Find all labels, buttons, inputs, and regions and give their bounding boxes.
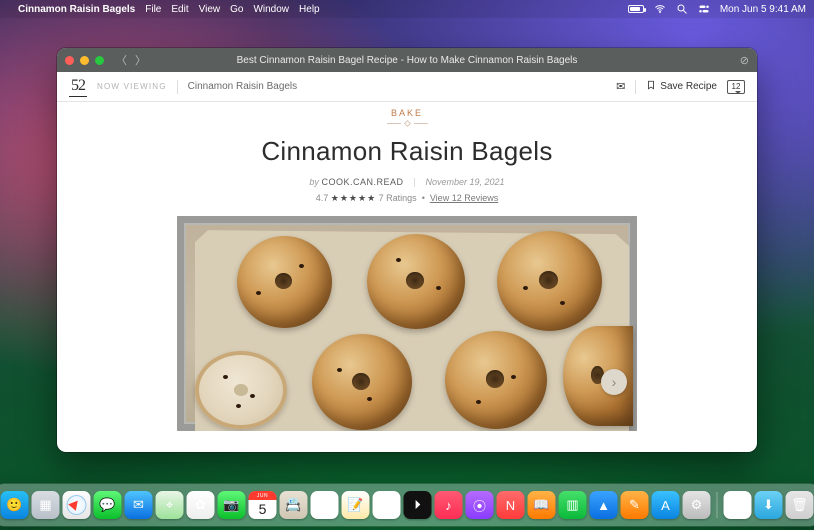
calendar-day: 5 [249,500,277,518]
wifi-status-icon[interactable] [654,3,666,15]
carousel-next-button[interactable]: › [601,369,627,395]
window-settings-icon[interactable]: ⊘ [740,54,749,67]
menu-help[interactable]: Help [299,4,320,15]
nav-forward-button[interactable]: 〉 [135,52,146,68]
dock-app-photos[interactable]: ✿ [187,491,215,519]
dock-app-podcasts[interactable]: ⦿ [466,491,494,519]
author-link[interactable]: COOK.CAN.READ [321,177,403,187]
comments-button[interactable]: 12 [727,80,745,94]
dock-app-facetime[interactable]: 📷 [218,491,246,519]
dock-trash[interactable]: 🗑 [786,491,814,519]
rating-value: 4.7 [316,193,329,203]
dock-app-settings[interactable]: ⚙ [683,491,711,519]
menubar: Cinnamon Raisin Bagels File Edit View Go… [0,0,814,18]
dock-app-mail[interactable]: ✉ [125,491,153,519]
battery-status-icon[interactable] [628,5,644,13]
hero-image: › [177,216,637,431]
dock-app-keynote[interactable]: ▲ [590,491,618,519]
ratings-count: 7 Ratings [379,193,417,203]
now-viewing-label: NOW VIEWING [97,82,167,91]
dock-app-finder[interactable]: 🙂 [1,491,29,519]
chevron-right-icon: › [612,374,617,390]
dock: 🙂 ▦ 💬 ✉ ⌖ ✿ 📷 JUN5 📇 ☰ 📝 〰 ⏵ ♪ ⦿ N 📖 ▥ ▲… [0,484,814,526]
dock-app-notes[interactable]: 📝 [342,491,370,519]
app-menu[interactable]: Cinnamon Raisin Bagels [18,4,135,15]
menu-edit[interactable]: Edit [171,4,188,15]
window-close-button[interactable] [65,56,74,65]
control-center-icon[interactable] [698,3,710,15]
dock-app-launchpad[interactable]: ▦ [32,491,60,519]
menubar-clock[interactable]: Mon Jun 5 9:41 AM [720,4,806,15]
calendar-month: JUN [249,491,277,500]
email-icon[interactable]: ✉ [616,80,625,93]
kicker-ornament [57,121,757,126]
menu-view[interactable]: View [199,4,221,15]
toolbar-divider [635,80,636,94]
dock-app-books[interactable]: 📖 [528,491,556,519]
window-title: Best Cinnamon Raisin Bagel Recipe - How … [57,55,757,66]
dock-app-tv[interactable]: ⏵ [404,491,432,519]
view-reviews-link[interactable]: View 12 Reviews [430,193,498,203]
site-logo[interactable]: 52 [69,77,87,97]
star-icons: ★★★★★ [331,193,376,203]
menu-go[interactable]: Go [230,4,243,15]
window-minimize-button[interactable] [80,56,89,65]
dock-app-food52[interactable]: 52 [724,491,752,519]
window-titlebar[interactable]: 〈 〉 Best Cinnamon Raisin Bagel Recipe - … [57,48,757,72]
menu-window[interactable]: Window [253,4,289,15]
dock-app-calendar[interactable]: JUN5 [249,491,277,519]
nav-back-button[interactable]: 〈 [116,52,127,68]
toolbar-divider [177,80,178,94]
publish-date: November 19, 2021 [426,177,505,187]
bookmark-icon [646,79,656,94]
category-kicker[interactable]: BAKE [57,108,757,118]
dock-app-maps[interactable]: ⌖ [156,491,184,519]
dock-separator [717,492,718,518]
window-zoom-button[interactable] [95,56,104,65]
save-recipe-button[interactable]: Save Recipe [646,79,717,94]
dock-app-pages[interactable]: ✎ [621,491,649,519]
page-title: Cinnamon Raisin Bagels [57,136,757,167]
by-label: by [309,177,319,187]
dock-downloads-folder[interactable]: ⬇ [755,491,783,519]
site-toolbar: 52 NOW VIEWING Cinnamon Raisin Bagels ✉ … [57,72,757,102]
comment-count: 12 [732,82,741,91]
byline: by COOK.CAN.READ November 19, 2021 [57,177,757,187]
dock-app-reminders[interactable]: ☰ [311,491,339,519]
dock-app-numbers[interactable]: ▥ [559,491,587,519]
desktop: Cinnamon Raisin Bagels File Edit View Go… [0,0,814,530]
ratings-row: 4.7 ★★★★★ 7 Ratings • View 12 Reviews [57,193,757,204]
spotlight-icon[interactable] [676,3,688,15]
dock-app-safari[interactable] [63,491,91,519]
dock-app-freeform[interactable]: 〰 [373,491,401,519]
menu-file[interactable]: File [145,4,161,15]
breadcrumb[interactable]: Cinnamon Raisin Bagels [188,81,298,92]
dock-app-music[interactable]: ♪ [435,491,463,519]
article-content: BAKE Cinnamon Raisin Bagels by COOK.CAN.… [57,102,757,452]
dock-app-news[interactable]: N [497,491,525,519]
dock-app-messages[interactable]: 💬 [94,491,122,519]
app-window: 〈 〉 Best Cinnamon Raisin Bagel Recipe - … [57,48,757,452]
save-recipe-label: Save Recipe [660,81,717,92]
dock-app-appstore[interactable]: A [652,491,680,519]
dock-app-contacts[interactable]: 📇 [280,491,308,519]
